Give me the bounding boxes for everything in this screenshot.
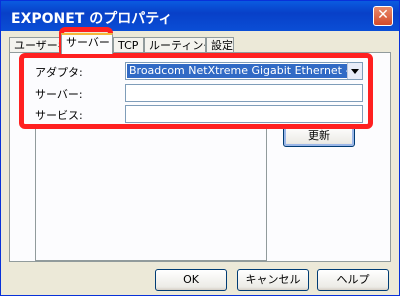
help-button[interactable]: ヘルプ <box>317 269 389 291</box>
service-field[interactable] <box>125 105 363 123</box>
service-label: サービス: <box>35 109 83 122</box>
title-bar[interactable]: EXPONET のプロパティ ✕ <box>1 1 399 31</box>
window-title: EXPONET のプロパティ <box>11 11 173 27</box>
refresh-button[interactable]: 更新 <box>283 125 355 147</box>
tab-routing[interactable]: ルーティング <box>144 37 206 53</box>
properties-dialog: EXPONET のプロパティ ✕ ユーザー名 サーバー TCP ルーティング 設… <box>0 0 400 296</box>
server-label: サーバー: <box>35 88 83 101</box>
chevron-down-icon[interactable] <box>347 63 362 79</box>
tab-user[interactable]: ユーザー名 <box>9 37 61 53</box>
ok-button[interactable]: OK <box>155 269 227 291</box>
server-list[interactable] <box>35 125 267 261</box>
close-icon: ✕ <box>377 7 389 23</box>
tab-tcp[interactable]: TCP <box>113 37 144 53</box>
server-field[interactable] <box>125 84 363 102</box>
tab-settings[interactable]: 設定 <box>206 37 234 53</box>
adapter-selected-value: Broadcom NetXtreme Gigabit Ethernet - パケ… <box>127 64 347 78</box>
adapter-label: アダプタ: <box>35 66 83 79</box>
adapter-select[interactable]: Broadcom NetXtreme Gigabit Ethernet - パケ… <box>125 62 363 80</box>
tab-server[interactable]: サーバー <box>61 33 113 54</box>
close-button[interactable]: ✕ <box>373 6 393 26</box>
cancel-button[interactable]: キャンセル <box>237 269 309 291</box>
